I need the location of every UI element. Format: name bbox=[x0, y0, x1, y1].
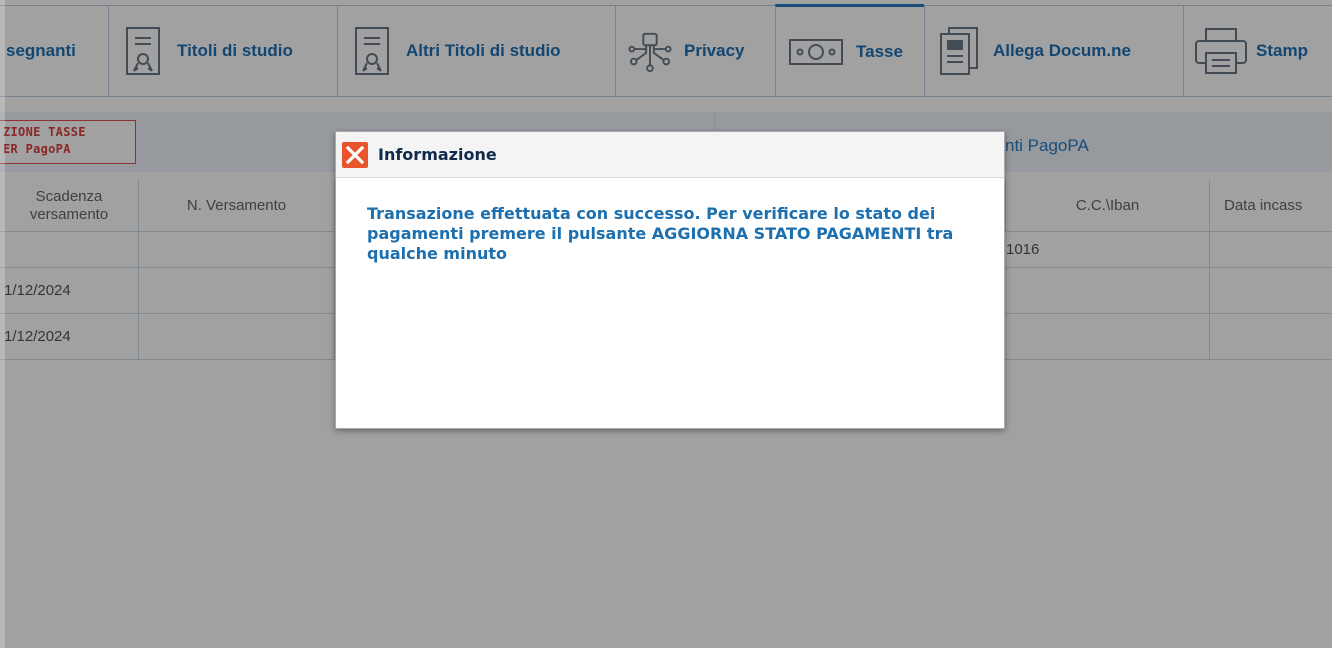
dialog-message: Transazione effettuata con successo. Per… bbox=[367, 204, 954, 263]
close-icon[interactable] bbox=[342, 141, 368, 168]
window-left-edge bbox=[0, 0, 5, 648]
dialog-header: Informazione bbox=[336, 132, 1004, 178]
information-dialog: Informazione Transazione effettuata con … bbox=[335, 131, 1005, 429]
dialog-title: Informazione bbox=[378, 145, 497, 164]
